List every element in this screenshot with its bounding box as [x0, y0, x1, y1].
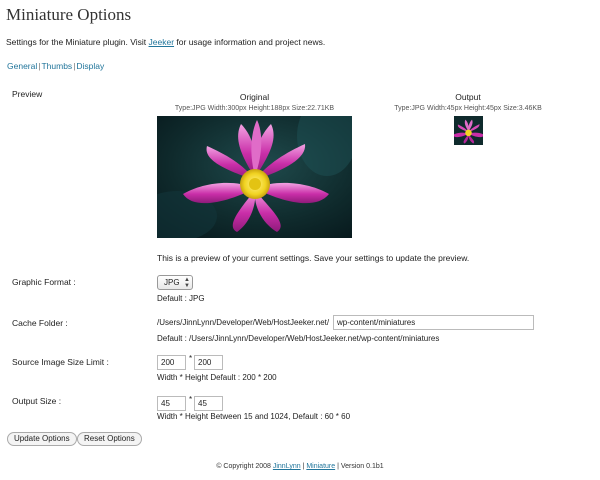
source-limit-label: Source Image Size Limit :: [12, 357, 109, 367]
intro-before: Settings for the Miniature plugin. Visit: [6, 37, 149, 47]
subnav-display[interactable]: Display: [76, 61, 104, 71]
cache-folder-input[interactable]: [333, 315, 534, 330]
jeeker-link[interactable]: Jeeker: [149, 37, 175, 47]
graphic-format-label: Graphic Format :: [12, 277, 76, 287]
sub-navigation: General|Thumbs|Display: [7, 61, 104, 71]
output-height-input[interactable]: [194, 396, 223, 411]
source-limit-default: Width * Height Default : 200 * 200: [157, 373, 277, 382]
plugin-link[interactable]: Miniature: [306, 463, 335, 470]
graphic-format-value: JPG: [164, 278, 180, 287]
cache-folder-default: Default : /Users/JinnLynn/Developer/Web/…: [157, 334, 440, 343]
footer-copyright: © Copyright 2008: [216, 463, 273, 470]
updown-arrows-icon: ▲ ▼: [184, 277, 190, 289]
preview-note: This is a preview of your current settin…: [157, 253, 470, 263]
original-meta: Type:JPG Width:300px Height:188px Size:2…: [174, 105, 335, 112]
subnav-thumbs[interactable]: Thumbs: [41, 61, 72, 71]
page-title: Miniature Options: [6, 5, 132, 24]
output-preview-image: [454, 116, 483, 145]
source-width-input[interactable]: [157, 355, 186, 370]
update-options-button[interactable]: Update Options: [7, 432, 77, 446]
lotus-flower-image: [157, 116, 352, 238]
original-heading: Original: [239, 92, 270, 102]
subnav-general[interactable]: General: [7, 61, 37, 71]
output-width-input[interactable]: [157, 396, 186, 411]
output-size-label: Output Size :: [12, 396, 62, 406]
output-size-separator: *: [189, 395, 193, 404]
lotus-thumbnail-image: [454, 116, 483, 145]
intro-after: for usage information and project news.: [174, 37, 326, 47]
source-size-separator: *: [189, 354, 193, 363]
options-page: Miniature Options Settings for the Minia…: [0, 0, 600, 480]
footer-version: | Version 0.1b1: [335, 463, 384, 470]
output-meta: Type:JPG Width:45px Height:45px Size:3.4…: [394, 105, 542, 112]
original-preview-image: [157, 116, 352, 238]
output-heading: Output: [455, 92, 481, 102]
author-link[interactable]: JinnLynn: [273, 463, 301, 470]
preview-label: Preview: [12, 89, 43, 99]
source-height-input[interactable]: [194, 355, 223, 370]
graphic-format-default: Default : JPG: [157, 294, 205, 303]
cache-folder-label: Cache Folder :: [12, 318, 68, 328]
graphic-format-select[interactable]: JPG ▲ ▼: [157, 275, 193, 290]
footer: © Copyright 2008 JinnLynn | Miniature | …: [0, 463, 600, 470]
reset-options-button[interactable]: Reset Options: [77, 432, 142, 446]
cache-folder-prefix: /Users/JinnLynn/Developer/Web/HostJeeker…: [157, 318, 330, 327]
intro-text: Settings for the Miniature plugin. Visit…: [6, 37, 325, 47]
output-size-default: Width * Height Between 15 and 1024, Defa…: [157, 412, 351, 421]
